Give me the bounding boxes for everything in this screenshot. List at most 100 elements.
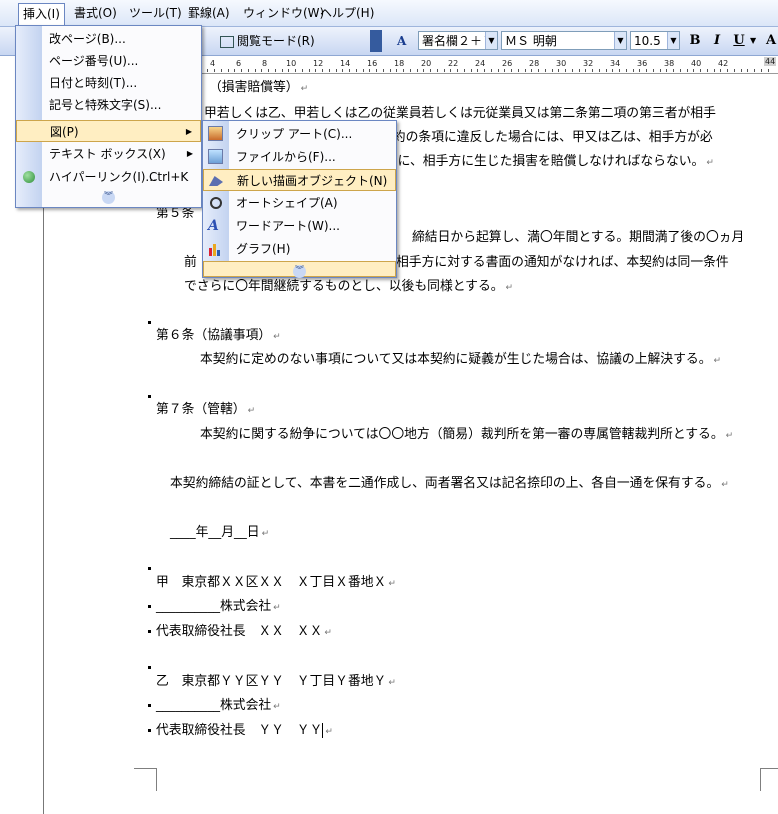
ruler-tick (544, 69, 546, 72)
insert-menu: 改ページ(B)... ページ番号(U)... 日付と時刻(T)... 記号と特殊… (15, 25, 202, 208)
chevron-down-icon: ▼ (485, 32, 497, 49)
paragraph-mark-icon: ↵ (713, 356, 722, 366)
menu-item-text-box[interactable]: テキスト ボックス(X) ▶ (16, 143, 201, 165)
ruler-tick (396, 69, 398, 72)
menu-tools[interactable]: ツール(T) (125, 4, 186, 22)
ruler-tick (517, 69, 519, 72)
double-chevron-down-icon: ︾ (293, 265, 306, 278)
ruler-tick (362, 69, 364, 72)
new-drawing-icon (209, 173, 225, 189)
paragraph-anchor (148, 605, 151, 608)
text-cursor (322, 723, 324, 738)
right-indent-marker[interactable]: 44 (764, 57, 777, 66)
ruler-tick (376, 69, 377, 72)
submenu-item-chart[interactable]: グラフ(H) (203, 238, 396, 260)
ruler-tick (673, 69, 674, 72)
doc-line: 本契約に定めのない事項について又は本契約に疑義が生じた場合は、協議の上解決する。… (200, 352, 722, 367)
autoshapes-icon (208, 195, 224, 211)
ruler-tick (349, 69, 350, 72)
paragraph-anchor (148, 321, 151, 324)
submenu-item-new-drawing[interactable]: 新しい描画オブジェクト(N) (203, 169, 396, 191)
underline-dropdown-icon[interactable]: ▼ (750, 31, 756, 51)
menu-item-hyperlink[interactable]: ハイパーリンク(I)... Ctrl+K (16, 166, 201, 188)
submenu-item-from-file[interactable]: ファイルから(F)... (203, 146, 396, 168)
doc-line: でさらに〇年間継続するものとし、以後も同様とする。 ↵ (184, 279, 514, 294)
ruler-tick (578, 69, 580, 72)
ruler-tick (220, 69, 222, 72)
ruler-tick (747, 69, 749, 72)
ruler-tick (632, 69, 634, 72)
expand-menu-button[interactable]: ︾ (16, 188, 201, 204)
paragraph-mark-icon: ↵ (247, 406, 256, 416)
ruler-tick (659, 69, 661, 72)
ruler-tick (733, 69, 735, 72)
ruler-tick (484, 69, 485, 72)
menu-item-page-break[interactable]: 改ページ(B)... (16, 28, 201, 50)
menu-item-picture[interactable]: 図(P) ▶ (16, 120, 201, 142)
menu-format[interactable]: 書式(O) (70, 4, 121, 22)
menu-help[interactable]: ヘルプ(H) (316, 4, 378, 22)
doc-line: （損害賠償等） ↵ (209, 80, 309, 95)
ruler-tick (416, 69, 418, 72)
ruler-tick (720, 69, 722, 72)
paragraph-anchor (148, 704, 151, 707)
ruler-tick (490, 69, 492, 72)
font-combo[interactable]: ＭＳ 明朝 ▼ (501, 31, 627, 50)
ruler-tick (740, 69, 742, 72)
underline-button[interactable]: U (730, 32, 748, 50)
doc-line: 第５条 (156, 206, 195, 221)
style-combo[interactable]: 署名欄２＋７ ▼ (418, 31, 498, 50)
paragraph-anchor (148, 729, 151, 732)
ruler-tick (571, 69, 573, 72)
italic-button[interactable]: I (708, 32, 726, 50)
ruler-tick (727, 69, 728, 72)
doc-line: 代表取締役社長 ＹＹ ＹＹ ↵ (156, 723, 333, 738)
ruler-tick (706, 69, 708, 72)
paragraph-mark-icon: ↵ (325, 727, 333, 737)
doc-line: 本契約に関する紛争については〇〇地方（簡易）裁判所を第一審の専属管轄裁判所とする… (200, 427, 734, 442)
ruler-tick (470, 69, 472, 72)
submenu-item-wordart[interactable]: A ワードアート(W)... (203, 215, 396, 237)
doc-line: ともに、相手方に生じた損害を賠償しなければならない。 ↵ (372, 154, 714, 169)
reading-mode-button[interactable]: 閲覧モード(R) (220, 31, 315, 51)
ruler-tick (423, 69, 425, 72)
toolbar-options-icon[interactable] (370, 30, 382, 52)
ruler-tick (389, 69, 391, 72)
ruler-tick (666, 69, 668, 72)
ruler-tick (308, 69, 310, 72)
ruler-tick (713, 69, 715, 72)
ruler-tick (274, 69, 276, 72)
menu-borders[interactable]: 罫線(A) (184, 4, 234, 22)
expand-submenu-button[interactable]: ︾ (203, 261, 396, 278)
paragraph-mark-icon: ↵ (261, 529, 270, 539)
menu-item-page-numbers[interactable]: ページ番号(U)... (16, 50, 201, 72)
ruler-tick (538, 69, 539, 72)
ruler-tick (227, 69, 229, 72)
wordart-icon: A (208, 218, 219, 234)
font-size-combo[interactable]: 10.5 ▼ (630, 31, 680, 50)
ruler-tick (403, 69, 404, 72)
menu-window[interactable]: ウィンドウ(W) (239, 4, 328, 22)
styles-pane-icon[interactable]: A (397, 31, 406, 51)
submenu-item-autoshapes[interactable]: オートシェイプ(A) (203, 192, 396, 214)
chevron-down-icon: ▼ (614, 32, 626, 49)
menu-insert[interactable]: 挿入(I) (18, 3, 65, 27)
paragraph-mark-icon: ↵ (300, 84, 309, 94)
ruler-tick (342, 69, 344, 72)
ruler-tick (497, 69, 499, 72)
doc-line: 本契約締結の証として、本書を二通作成し、両者署名又は記名捺印の上、各自一通を保有… (170, 476, 729, 491)
bold-button[interactable]: B (686, 32, 704, 50)
submenu-item-clip-art[interactable]: クリップ アート(C)... (203, 123, 396, 145)
menu-item-date-time[interactable]: 日付と時刻(T)... (16, 72, 201, 94)
ruler-tick (457, 69, 458, 72)
paragraph-anchor (148, 567, 151, 570)
menu-bar: 挿入(I) 書式(O) ツール(T) 罫線(A) ウィンドウ(W) ヘルプ(H) (0, 0, 778, 27)
ruler-tick (760, 69, 762, 72)
ruler-tick (598, 69, 600, 72)
paragraph-mark-icon: ↵ (273, 702, 281, 712)
ruler-tick (207, 69, 209, 72)
ruler-tick (234, 69, 236, 72)
font-color-button[interactable]: A (762, 32, 778, 50)
menu-item-symbol[interactable]: 記号と特殊文字(S)... (16, 94, 201, 116)
ruler-tick (301, 69, 303, 72)
